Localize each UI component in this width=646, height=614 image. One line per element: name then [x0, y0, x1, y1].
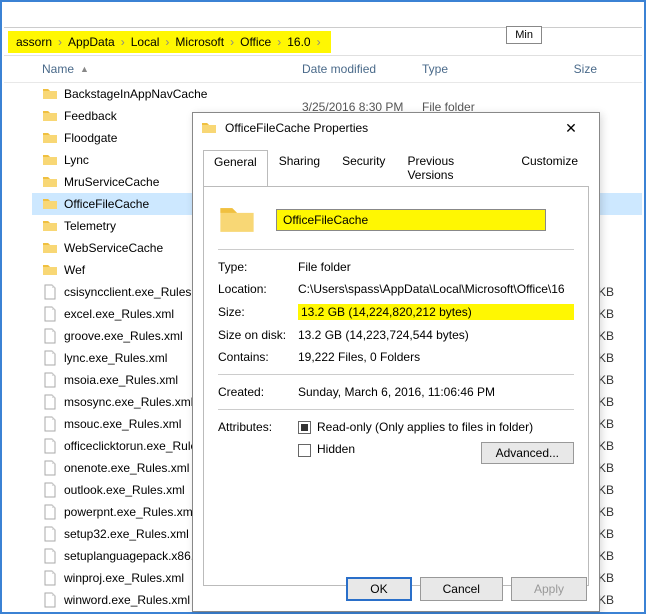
dialog-title: OfficeFileCache Properties [225, 121, 368, 135]
col-type[interactable]: Type [422, 62, 537, 76]
readonly-checkbox[interactable] [298, 420, 317, 434]
breadcrumb-segment[interactable]: assorn [16, 35, 52, 49]
label-type: Type: [218, 260, 298, 274]
folder-icon [42, 108, 58, 124]
file-icon [42, 592, 58, 608]
file-icon [42, 526, 58, 542]
breadcrumb-segment[interactable]: 16.0 [287, 35, 310, 49]
value-type: File folder [298, 260, 574, 274]
cancel-button[interactable]: Cancel [420, 577, 503, 601]
col-date[interactable]: Date modified [302, 62, 422, 76]
tab-strip: GeneralSharingSecurityPrevious VersionsC… [193, 143, 599, 186]
label-created: Created: [218, 385, 298, 399]
folder-icon [42, 218, 58, 234]
column-headers[interactable]: Name▲ Date modified Type Size [4, 56, 642, 83]
chevron-right-icon: › [121, 35, 125, 49]
tab-security[interactable]: Security [331, 149, 396, 186]
file-icon [42, 284, 58, 300]
label-readonly: Read-only (Only applies to files in fold… [317, 420, 533, 434]
folder-icon [218, 201, 256, 239]
col-size[interactable]: Size [537, 62, 597, 76]
chevron-right-icon: › [58, 35, 62, 49]
file-icon [42, 570, 58, 586]
file-icon [42, 416, 58, 432]
properties-dialog: OfficeFileCache Properties ✕ GeneralShar… [192, 112, 600, 612]
titlebar: Min [4, 4, 642, 28]
sort-arrow-icon: ▲ [80, 64, 89, 74]
file-icon [42, 372, 58, 388]
breadcrumb-segment[interactable]: Office [240, 35, 271, 49]
label-contains: Contains: [218, 350, 298, 364]
folder-icon [201, 120, 217, 136]
advanced-button[interactable]: Advanced... [481, 442, 574, 464]
label-location: Location: [218, 282, 298, 296]
tab-general[interactable]: General [203, 150, 268, 187]
folder-icon [42, 152, 58, 168]
tab-customize[interactable]: Customize [510, 149, 589, 186]
value-location: C:\Users\spass\AppData\Local\Microsoft\O… [298, 282, 574, 296]
name-input[interactable] [276, 209, 546, 231]
address-bar[interactable]: assorn › AppData › Local › Microsoft › Office › 16… [4, 28, 642, 56]
label-size: Size: [218, 305, 298, 319]
value-contains: 19,222 Files, 0 Folders [298, 350, 574, 364]
file-icon [42, 460, 58, 476]
chevron-right-icon: › [165, 35, 169, 49]
label-attributes: Attributes: [218, 420, 298, 434]
file-icon [42, 438, 58, 454]
apply-button[interactable]: Apply [511, 577, 587, 601]
breadcrumb[interactable]: assorn › AppData › Local › Microsoft › Office › 16… [8, 31, 331, 53]
folder-icon [42, 86, 58, 102]
tab-sharing[interactable]: Sharing [268, 149, 331, 186]
chevron-right-icon: › [277, 35, 281, 49]
ok-button[interactable]: OK [346, 577, 411, 601]
item-name: BackstageInAppNavCache [64, 87, 264, 101]
value-size: 13.2 GB (14,224,820,212 bytes) [298, 304, 574, 320]
value-sizeondisk: 13.2 GB (14,223,724,544 bytes) [298, 328, 574, 342]
dialog-titlebar[interactable]: OfficeFileCache Properties ✕ [193, 113, 599, 143]
value-created: Sunday, March 6, 2016, 11:06:46 PM [298, 385, 574, 399]
tab-general: Type:File folder Location:C:\Users\spass… [203, 186, 589, 586]
close-button[interactable]: ✕ [551, 120, 591, 137]
file-icon [42, 504, 58, 520]
chevron-right-icon: › [317, 35, 321, 49]
hidden-checkbox[interactable] [298, 442, 317, 456]
breadcrumb-segment[interactable]: Local [131, 35, 160, 49]
file-icon [42, 548, 58, 564]
file-icon [42, 350, 58, 366]
dialog-buttons: OK Cancel Apply [346, 577, 587, 601]
file-icon [42, 306, 58, 322]
folder-icon [42, 130, 58, 146]
folder-icon [42, 196, 58, 212]
label-hidden: Hidden [317, 442, 355, 456]
col-name[interactable]: Name▲ [42, 62, 302, 76]
breadcrumb-segment[interactable]: Microsoft [175, 35, 224, 49]
breadcrumb-segment[interactable]: AppData [68, 35, 115, 49]
chevron-right-icon: › [230, 35, 234, 49]
folder-icon [42, 240, 58, 256]
tab-previous-versions[interactable]: Previous Versions [396, 149, 510, 186]
file-icon [42, 482, 58, 498]
folder-icon [42, 262, 58, 278]
minimize-tooltip: Min [506, 26, 542, 44]
file-icon [42, 328, 58, 344]
label-sizeondisk: Size on disk: [218, 328, 298, 342]
folder-icon [42, 174, 58, 190]
file-icon [42, 394, 58, 410]
